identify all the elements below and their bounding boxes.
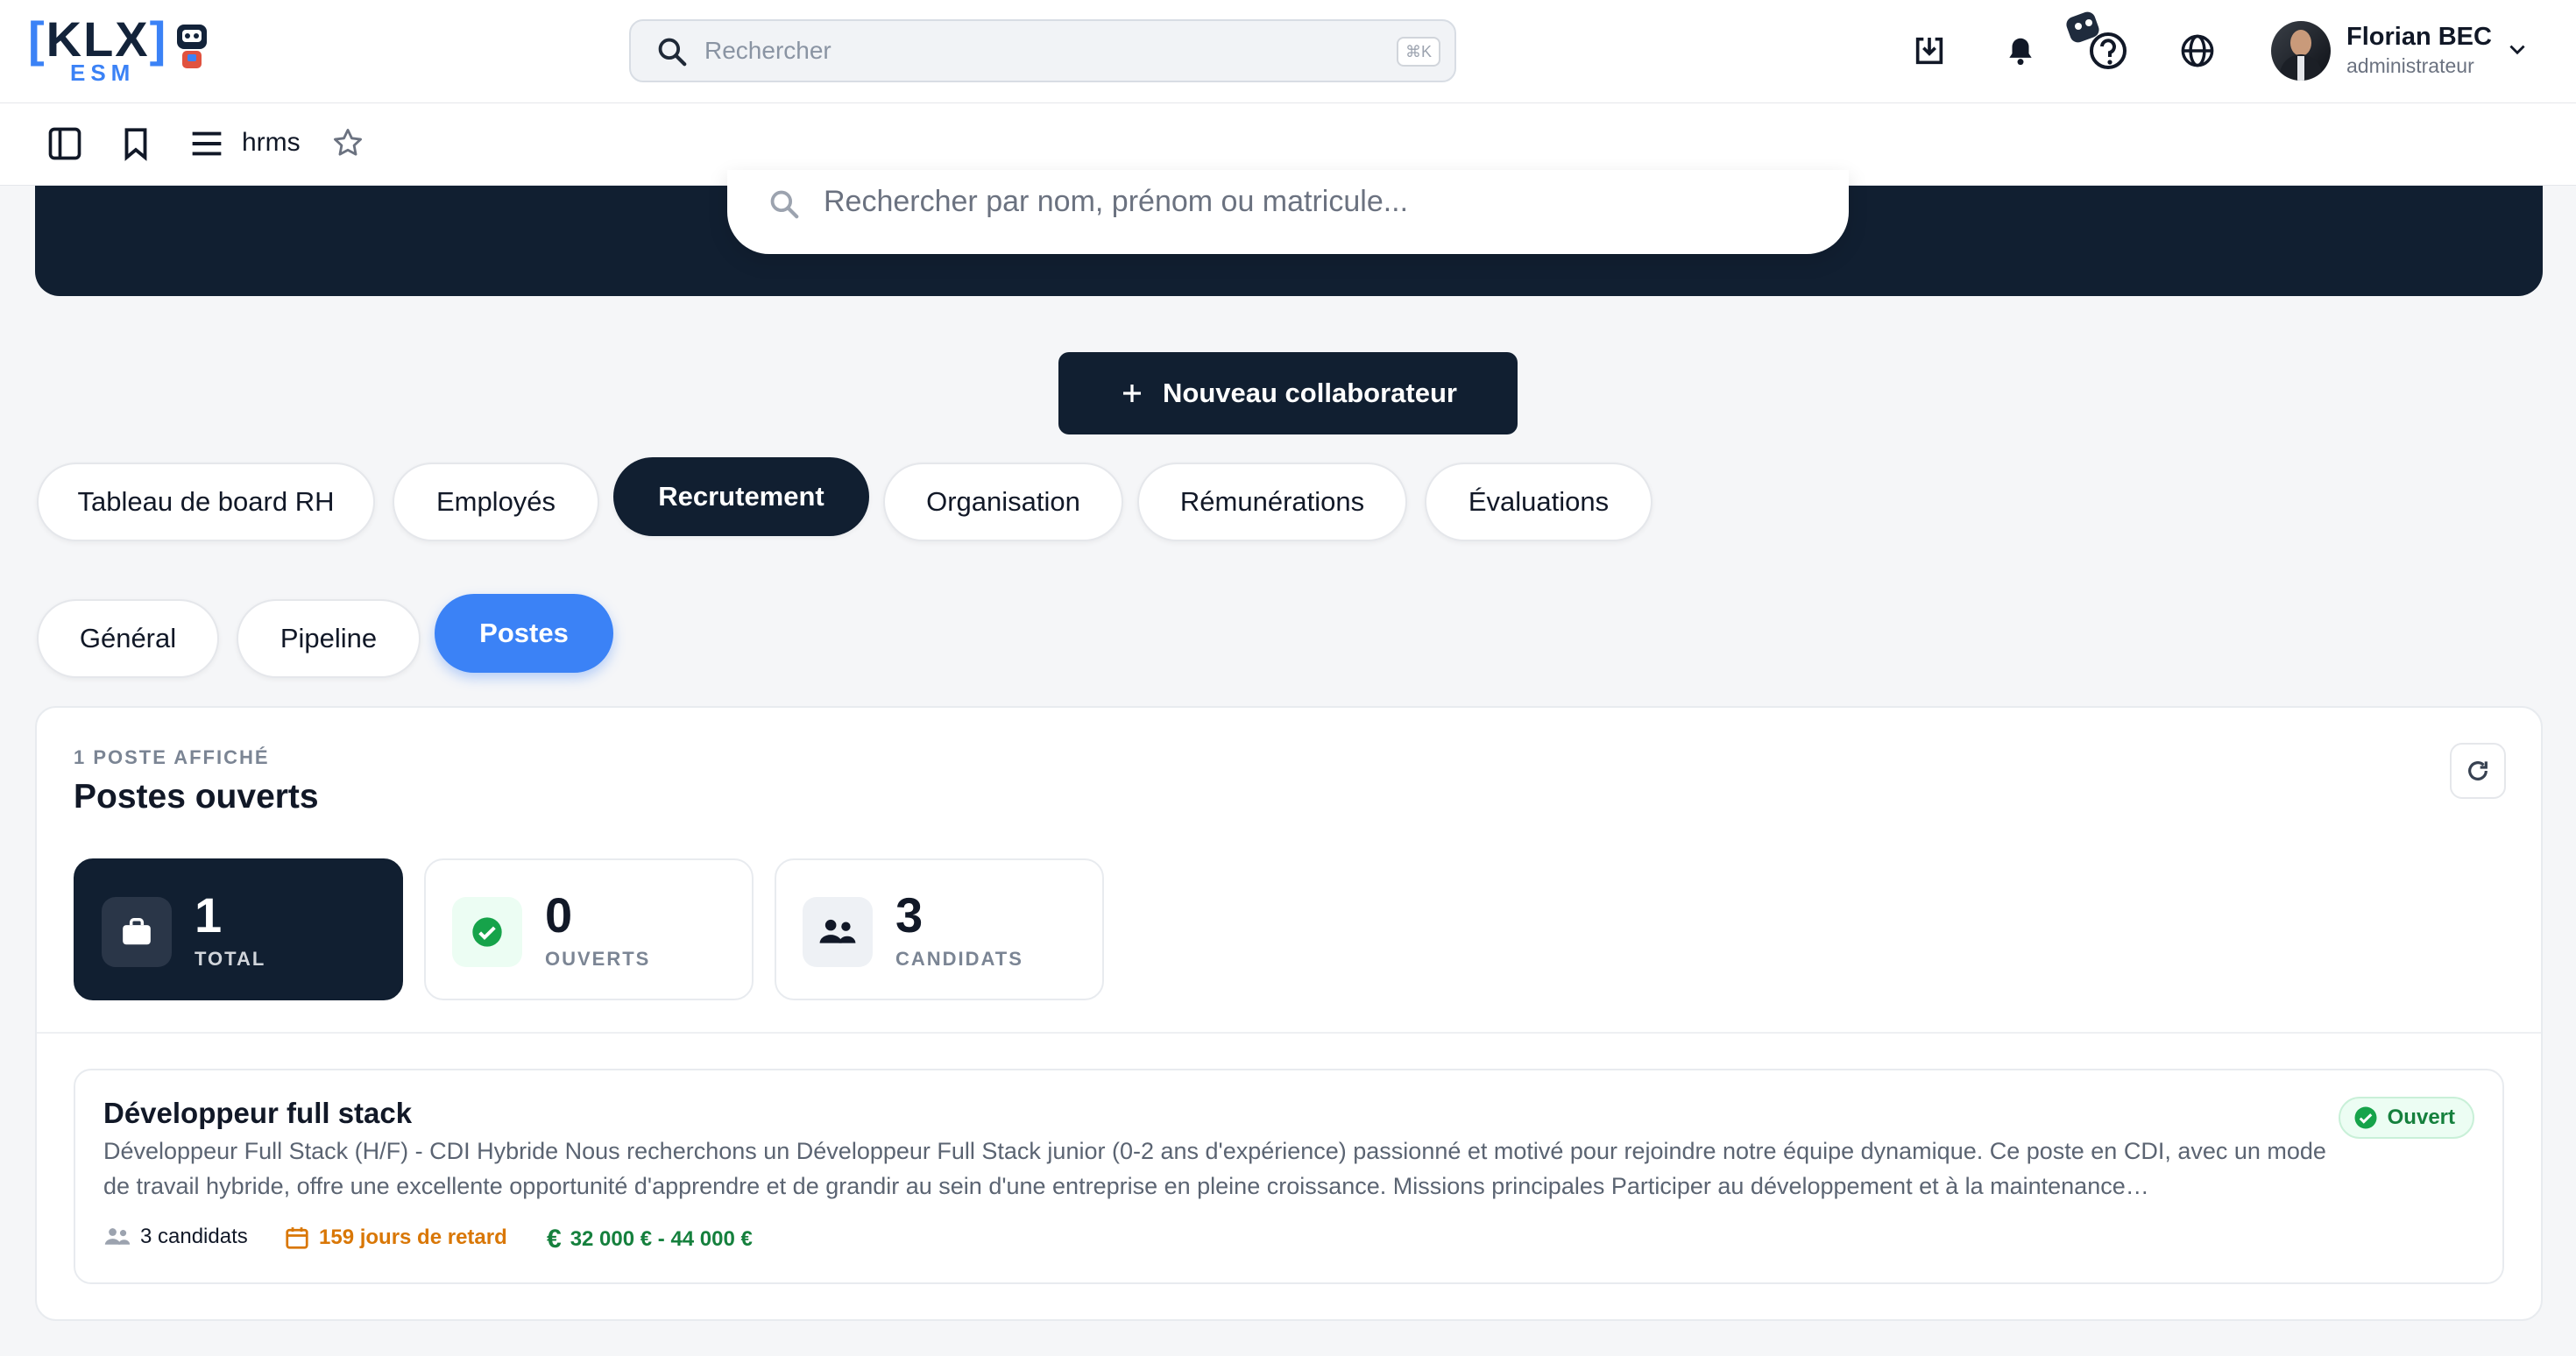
search-icon (770, 190, 799, 219)
card-title: Postes ouverts (74, 778, 319, 816)
menu-icon[interactable] (189, 128, 224, 159)
logo-text: KLX (46, 11, 150, 67)
notifications-button[interactable] (1996, 26, 2045, 75)
job-candidates: 3 candidats (103, 1225, 248, 1249)
new-employee-button[interactable]: Nouveau collaborateur (1058, 352, 1518, 434)
global-search[interactable]: ⌘K (629, 19, 1456, 82)
people-icon (819, 919, 856, 943)
globe-icon (2181, 34, 2214, 67)
employee-search-input[interactable] (824, 182, 1787, 221)
plus-icon (1123, 385, 1142, 402)
tab-recrutement[interactable]: Recrutement (613, 457, 869, 536)
stat-open: 0 OUVERTS (424, 858, 754, 1000)
check-circle-icon (472, 917, 502, 947)
briefcase-icon (123, 918, 151, 945)
subtab-postes[interactable]: Postes (435, 594, 613, 673)
stat-total: 1 TOTAL (74, 858, 403, 1000)
job-delay-text: 159 jours de retard (319, 1225, 507, 1249)
subtab-general[interactable]: Général (37, 599, 219, 678)
tab-evaluations[interactable]: Évaluations (1425, 463, 1652, 541)
stat-candidates-label: CANDIDATS (895, 948, 1023, 970)
download-tray-icon (1915, 37, 1943, 65)
stat-candidates: 3 CANDIDATS (775, 858, 1104, 1000)
search-icon (658, 38, 687, 67)
tab-remunerations[interactable]: Rémunérations (1137, 463, 1407, 541)
help-assistant-button[interactable] (2061, 9, 2134, 75)
refresh-button[interactable] (2450, 743, 2506, 799)
job-candidates-text: 3 candidats (140, 1225, 248, 1248)
stat-open-label: OUVERTS (545, 948, 651, 970)
global-search-input[interactable] (704, 33, 1318, 68)
job-posting-card[interactable]: Développeur full stack Développeur Full … (74, 1069, 2504, 1284)
job-title[interactable]: Développeur full stack (103, 1097, 412, 1130)
star-icon[interactable] (331, 126, 364, 159)
robot-icon (177, 25, 207, 68)
tab-dashboard-rh[interactable]: Tableau de board RH (37, 463, 375, 541)
employee-search[interactable] (727, 170, 1849, 254)
job-salary: € 32 000 € - 44 000 € (547, 1225, 753, 1254)
search-shortcut-badge: ⌘K (1396, 37, 1440, 67)
stat-candidates-value: 3 (895, 887, 924, 943)
job-delay: 159 jours de retard (284, 1225, 507, 1251)
stat-open-value: 0 (545, 887, 573, 943)
job-description: Développeur Full Stack (H/F) - CDI Hybri… (103, 1138, 2326, 1199)
app-logo[interactable]: [KLX] ESM (28, 11, 212, 86)
calendar-icon (286, 1227, 308, 1249)
open-positions-card: 1 POSTE AFFICHÉ Postes ouverts 1 TOTAL 0… (35, 706, 2543, 1321)
bookmark-icon[interactable] (117, 124, 154, 163)
tab-organisation[interactable]: Organisation (883, 463, 1123, 541)
new-employee-label: Nouveau collaborateur (1163, 378, 1457, 408)
check-circle-icon (2354, 1106, 2377, 1129)
status-badge-label: Ouvert (2387, 1105, 2455, 1129)
language-button[interactable] (2173, 26, 2222, 75)
positions-count-label: 1 POSTE AFFICHÉ (74, 746, 270, 768)
user-name[interactable]: Florian BEC (2346, 23, 2492, 52)
euro-icon: € (547, 1225, 562, 1254)
subtab-pipeline[interactable]: Pipeline (237, 599, 421, 678)
user-avatar[interactable] (2271, 21, 2331, 81)
status-badge: Ouvert (2338, 1097, 2474, 1139)
user-role: administrateur (2346, 54, 2474, 77)
refresh-icon (2468, 761, 2488, 780)
download-button[interactable] (1905, 26, 1954, 75)
help-robot-icon (2066, 11, 2127, 69)
divider (37, 1032, 2541, 1034)
stat-total-value: 1 (195, 887, 223, 943)
job-salary-text: 32 000 € - 44 000 € (570, 1227, 753, 1251)
tab-employes[interactable]: Employés (393, 463, 599, 541)
sidebar-toggle-icon[interactable] (46, 124, 84, 163)
breadcrumb[interactable]: hrms (242, 128, 301, 158)
bell-icon (2009, 38, 2032, 66)
logo-subtext: ESM (70, 60, 136, 86)
top-bar: [KLX] ESM ⌘K Florian BEC administ (0, 0, 2576, 103)
stat-total-label: TOTAL (195, 948, 266, 970)
people-icon (104, 1228, 131, 1245)
chevron-down-icon[interactable] (2506, 39, 2529, 61)
